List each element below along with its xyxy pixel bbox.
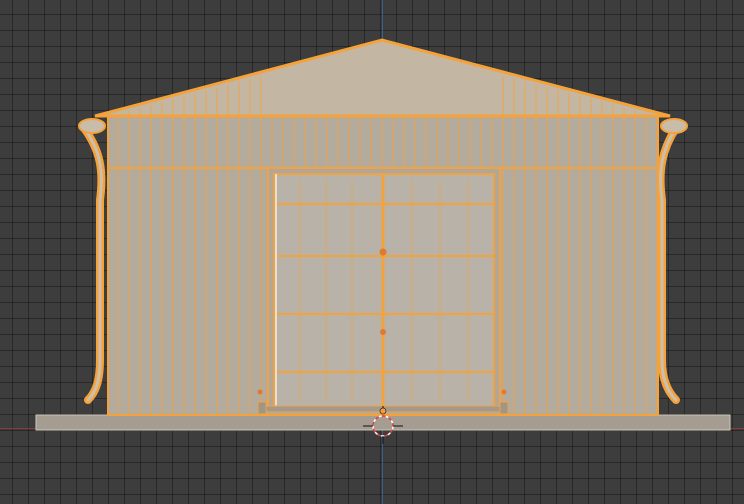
door-handle (379, 248, 387, 256)
roof-gable[interactable] (94, 38, 671, 118)
right-downspout[interactable] (656, 118, 688, 404)
3d-viewport[interactable] (0, 0, 744, 504)
door-stop-left (257, 401, 267, 415)
shed-mesh[interactable] (0, 0, 744, 504)
foundation-slab[interactable] (35, 414, 731, 431)
left-downspout[interactable] (78, 118, 106, 404)
door-handle-lower (380, 329, 386, 335)
double-door[interactable] (257, 167, 509, 415)
door-stop-right (499, 401, 509, 415)
object-origin-icon (379, 407, 387, 415)
